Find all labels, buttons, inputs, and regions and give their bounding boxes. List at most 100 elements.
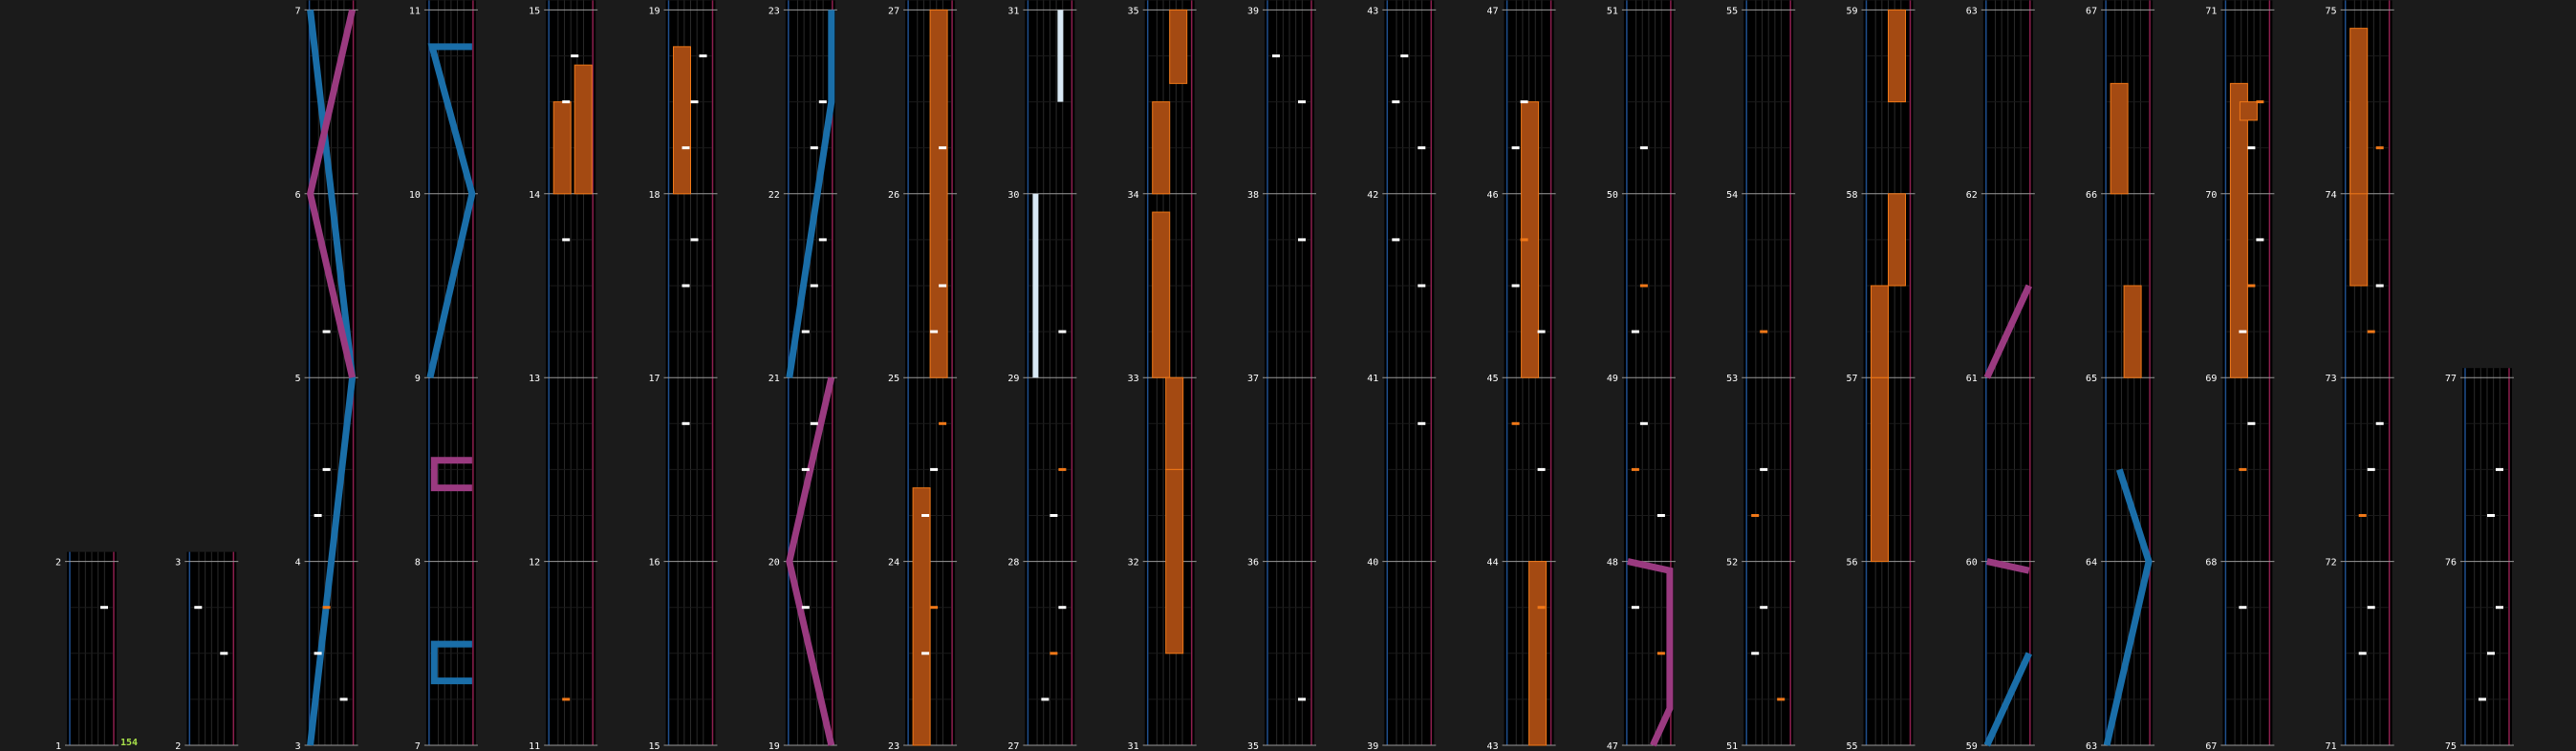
measure-number: 32 [1128, 558, 1139, 569]
hold-note [2349, 28, 2369, 195]
tap-note [1537, 330, 1546, 333]
hold-note [2229, 82, 2248, 378]
measure-number: 28 [1007, 558, 1019, 569]
measure-number: 30 [1007, 190, 1019, 201]
measure-number: 75 [2326, 6, 2337, 16]
measure-number: 62 [1966, 190, 1978, 201]
tap-note [1511, 146, 1520, 150]
measure-number: 54 [1726, 190, 1738, 201]
tap-note [682, 421, 690, 425]
tap-note [1050, 514, 1058, 517]
hold-note [1871, 376, 1889, 563]
measure-number: 13 [529, 374, 540, 384]
measure-number: 19 [648, 6, 660, 16]
tap-note [2256, 100, 2264, 104]
tap-note [801, 330, 810, 333]
measure-number: 66 [2086, 190, 2097, 201]
tap-note [2487, 514, 2495, 517]
tap-note [1751, 514, 1760, 517]
measure-number: 35 [1247, 741, 1259, 751]
tap-note [314, 514, 322, 517]
tap-note [220, 652, 228, 655]
measure-number: 14 [529, 190, 540, 201]
measure-number: 29 [1007, 374, 1019, 384]
tap-note [1392, 238, 1400, 242]
measure-number: 2 [55, 558, 61, 569]
measure-number: 71 [2326, 741, 2337, 751]
measure-number: 9 [415, 374, 421, 384]
measure-number: 67 [2086, 6, 2097, 16]
tap-note [939, 146, 947, 150]
measure-number: 37 [1247, 374, 1259, 384]
measure-number: 46 [1487, 190, 1499, 201]
tap-note [1392, 100, 1400, 104]
measure-number: 39 [1247, 6, 1259, 16]
tap-note [562, 100, 571, 104]
tap-note [2358, 514, 2367, 517]
measure-number: 18 [648, 190, 660, 201]
tap-note [1656, 652, 1665, 655]
tap-note [2496, 606, 2503, 610]
hold-note [2110, 82, 2129, 195]
measure-number: 76 [2445, 558, 2457, 569]
tap-note [1058, 467, 1067, 471]
tap-note [801, 606, 810, 610]
measure-number: 4 [295, 558, 301, 569]
hold-note [1152, 211, 1171, 378]
measure-number: 41 [1367, 374, 1378, 384]
measure-number: 20 [768, 558, 780, 569]
tap-note [562, 238, 571, 242]
tap-note [1298, 100, 1306, 104]
tap-note [699, 54, 707, 57]
tap-note [2487, 652, 2495, 655]
tap-note [1050, 652, 1058, 655]
measure-number: 48 [1607, 558, 1618, 569]
measure-number: 38 [1247, 190, 1259, 201]
measure-number: 3 [175, 558, 181, 569]
tap-note [2239, 606, 2247, 610]
measure-number: 74 [2326, 190, 2337, 201]
measure-number: 10 [409, 190, 421, 201]
combo-count: 154 [120, 738, 138, 748]
measure-number: 69 [2205, 374, 2217, 384]
hold-note [2123, 285, 2142, 378]
tap-note [1760, 330, 1768, 333]
measure-number: 49 [1607, 374, 1618, 384]
tap-note [1639, 146, 1648, 150]
tap-note [1058, 606, 1067, 610]
hold-note [1165, 468, 1184, 654]
measure-number: 59 [1846, 6, 1857, 16]
tap-note [2247, 421, 2256, 425]
measure-number: 43 [1487, 741, 1499, 751]
measure-number: 42 [1367, 190, 1378, 201]
chart-viewer: 1223345677891011111213141515161718191920… [0, 0, 2576, 751]
measure-number: 11 [529, 741, 540, 751]
measure-number: 8 [415, 558, 421, 569]
tap-note [690, 100, 699, 104]
measure-number: 17 [648, 374, 660, 384]
measure-number: 68 [2205, 558, 2217, 569]
measure-number: 1 [55, 741, 61, 751]
measure-number: 5 [295, 374, 301, 384]
measure-number: 67 [2205, 741, 2217, 751]
tap-note [1400, 54, 1409, 57]
tap-note [1058, 330, 1067, 333]
measure-number: 11 [409, 6, 421, 16]
tap-note [682, 146, 690, 150]
tap-note [2375, 421, 2384, 425]
measure-number: 77 [2445, 374, 2457, 384]
hold-note [1528, 561, 1548, 746]
measure-number: 31 [1007, 6, 1019, 16]
measure-number: 31 [1128, 741, 1139, 751]
tap-note [801, 467, 810, 471]
measure-number: 72 [2326, 558, 2337, 569]
tap-note [1639, 421, 1648, 425]
fx-hold-note [1032, 193, 1039, 378]
hold-note [673, 46, 691, 195]
hold-note [552, 101, 572, 195]
tap-note [2367, 467, 2375, 471]
measure-number: 16 [648, 558, 660, 569]
tap-note [562, 697, 571, 701]
tap-note [2358, 652, 2367, 655]
tap-note [1520, 238, 1528, 242]
